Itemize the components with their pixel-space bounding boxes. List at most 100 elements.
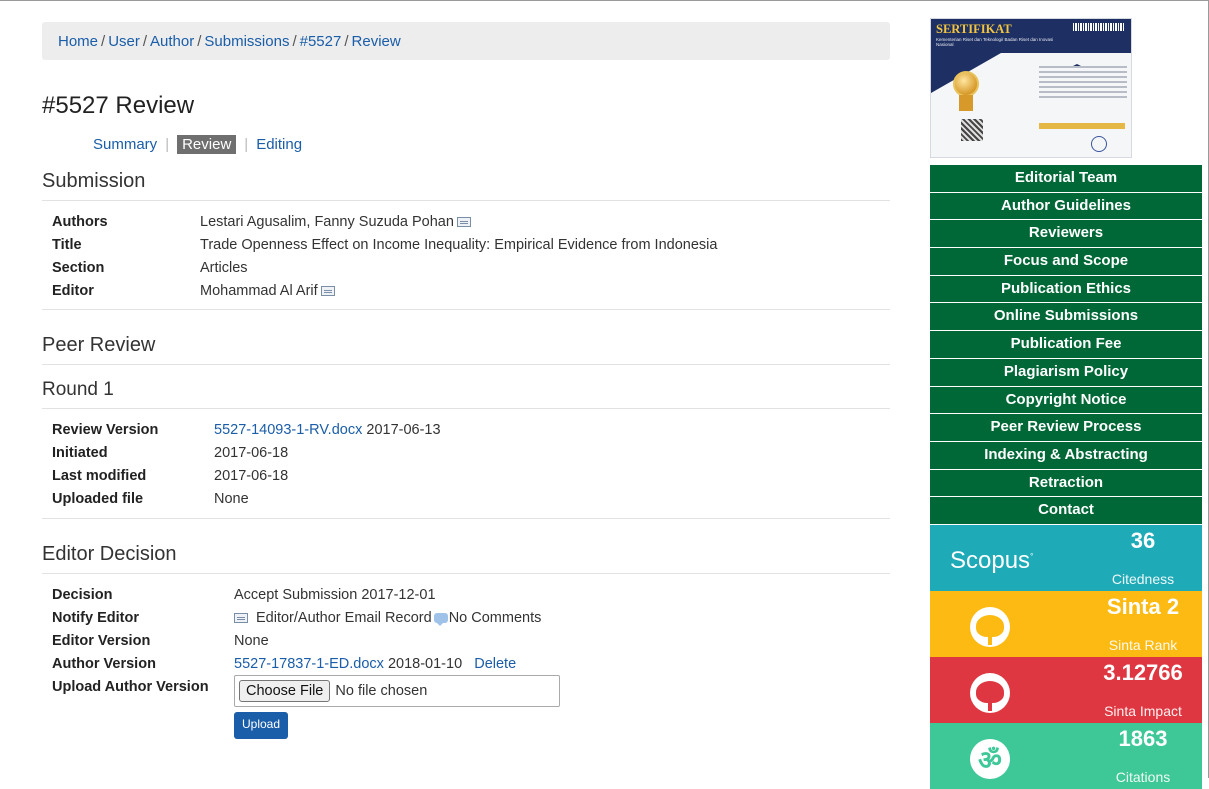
qr-code-icon [961,119,983,141]
uploaded-file-value: None [214,491,249,507]
author-version-label: Author Version [52,656,156,672]
upload-row: Upload [234,712,890,739]
submission-heading: Submission [42,170,890,201]
breadcrumb-review[interactable]: Review [352,33,401,50]
sidebar: SERTIFIKAT Kementerian Riset dan Teknolo… [930,18,1202,789]
scopus-citedness-label: Citedness [1111,570,1175,587]
editor-label: Editor [52,283,94,299]
scopus-citedness-widget[interactable]: Scopus° 36 Citedness [930,524,1202,591]
sidebar-item-online-submissions[interactable]: Online Submissions [930,303,1202,332]
page-title: #5527 Review [42,92,195,119]
sidebar-item-focus-and-scope[interactable]: Focus and Scope [930,248,1202,276]
breadcrumb-submissions[interactable]: Submissions [204,33,289,50]
breadcrumb-user[interactable]: User [108,33,140,50]
email-icon[interactable] [320,286,335,297]
review-version-date: 2017-06-13 [366,422,441,438]
no-comments-text: No Comments [448,610,542,626]
citations-value: 1863 [1118,725,1168,751]
editor-version-label: Editor Version [52,633,151,649]
author-version-date: 2018-01-10 [387,656,463,672]
review-version-label: Review Version [52,422,159,438]
notify-email-icon[interactable] [234,613,248,624]
barcode-icon [1073,23,1125,31]
sidebar-item-plagiarism-policy[interactable]: Plagiarism Policy [930,358,1202,387]
breadcrumb-author[interactable]: Author [150,33,194,50]
no-file-chosen-text: No file chosen [335,683,428,699]
breadcrumb-home[interactable]: Home [58,33,98,50]
review-details: Review Version 5527-14093-1-RV.docx 2017… [52,420,890,512]
sinta-impact-widget[interactable]: 3.12766 Sinta Impact [930,656,1202,723]
authors-value: Lestari Agusalim, Fanny Suzuda Pohan [200,212,890,235]
last-modified-value: 2017-06-18 [214,468,289,484]
peer-review-heading: Peer Review [42,334,890,365]
certificate-gold-band [1039,123,1125,129]
tab-review[interactable]: Review [177,134,237,154]
sidebar-item-retraction[interactable]: Retraction [930,469,1202,498]
authors-text: Lestari Agusalim, Fanny Suzuda Pohan [200,214,454,230]
sidebar-item-publication-ethics[interactable]: Publication Ethics [930,275,1202,304]
upload-author-version-label: Upload Author Version [52,679,209,695]
uploaded-file-label: Uploaded file [52,491,144,507]
sinta-rank-value: Sinta 2 [1106,593,1180,619]
author-version-file-link[interactable]: 5527-17837-1-ED.docx [234,656,384,672]
file-input[interactable]: Choose File No file chosen [234,675,560,707]
email-record-text: Editor/Author Email Record [256,610,432,626]
breadcrumb-submission-id[interactable]: #5527 [300,33,342,50]
citations-widget[interactable]: ॐ 1863 Citations [930,722,1202,789]
tab-summary[interactable]: Summary [93,136,157,153]
section-value: Articles [200,260,248,276]
sidebar-item-reviewers[interactable]: Reviewers [930,220,1202,249]
title-label: Title [52,237,82,253]
sidebar-item-indexing-abstracting[interactable]: Indexing & Abstracting [930,441,1202,470]
sidebar-item-publication-fee[interactable]: Publication Fee [930,331,1202,359]
upload-button[interactable]: Upload [234,712,289,739]
divider [42,309,890,310]
scopus-logo: Scopus° [950,546,1034,574]
editor-text: Mohammad Al Arif [200,283,318,299]
certificate-text-lines [1039,63,1127,101]
sidebar-item-editorial-team[interactable]: Editorial Team [930,165,1202,193]
seal-icon [1091,136,1107,152]
review-version-value: 5527-14093-1-RV.docx 2017-06-13 [214,420,890,443]
sinta-impact-value: 3.12766 [1103,659,1183,685]
editor-decision-details: Decision Accept Submission 2017-12-01 No… [52,585,890,707]
section-label: Section [52,260,105,276]
sinta-rank-label: Sinta Rank [1108,636,1178,653]
choose-file-button[interactable]: Choose File [239,680,331,702]
review-version-file-link[interactable]: 5527-14093-1-RV.docx [214,422,362,438]
sinta-rank-widget[interactable]: Sinta 2 Sinta Rank [930,590,1202,657]
sidebar-item-author-guidelines[interactable]: Author Guidelines [930,192,1202,221]
sinta-tree-icon [970,606,1010,647]
tab-editing[interactable]: Editing [256,136,302,153]
email-icon[interactable] [456,217,471,228]
editor-version-value: None [234,633,269,649]
initiated-label: Initiated [52,445,108,461]
notify-editor-value: Editor/Author Email Record No Comments [234,608,890,631]
divider [42,518,890,519]
certificate-image[interactable]: SERTIFIKAT Kementerian Riset dan Teknolo… [930,18,1132,158]
last-modified-label: Last modified [52,468,147,484]
certificate-title: SERTIFIKAT [936,22,1012,36]
sidebar-item-copyright-notice[interactable]: Copyright Notice [930,386,1202,415]
breadcrumb: Home / User / Author / Submissions / #5527/ … [42,22,890,60]
submission-subnav: Summary | Review | Editing [93,134,303,154]
sidebar-menu: Editorial Team Author Guidelines Reviewe… [930,165,1202,525]
certificate-subtitle: Kementerian Riset dan Teknologi/ Badan R… [936,37,1054,47]
initiated-value: 2017-06-18 [214,445,289,461]
notify-editor-label: Notify Editor [52,610,139,626]
citations-label: Citations [1115,768,1171,785]
round-heading: Round 1 [42,379,890,409]
comment-icon[interactable] [433,613,448,627]
sinta-impact-label: Sinta Impact [1104,702,1182,719]
sinta-impact-tree-icon [970,672,1010,713]
scopus-brand-text: Scopus [950,546,1031,574]
authors-label: Authors [52,214,108,230]
delete-link[interactable]: Delete [474,656,516,672]
editor-decision-heading: Editor Decision [42,543,890,574]
title-value: Trade Openness Effect on Income Inequali… [200,237,718,253]
sidebar-item-peer-review-process[interactable]: Peer Review Process [930,414,1202,442]
sidebar-item-contact[interactable]: Contact [930,497,1202,525]
ribbon-icon [959,95,973,111]
decision-value: Accept Submission 2017-12-01 [234,587,436,603]
submission-details: Authors Lestari Agusalim, Fanny Suzuda P… [52,212,890,304]
